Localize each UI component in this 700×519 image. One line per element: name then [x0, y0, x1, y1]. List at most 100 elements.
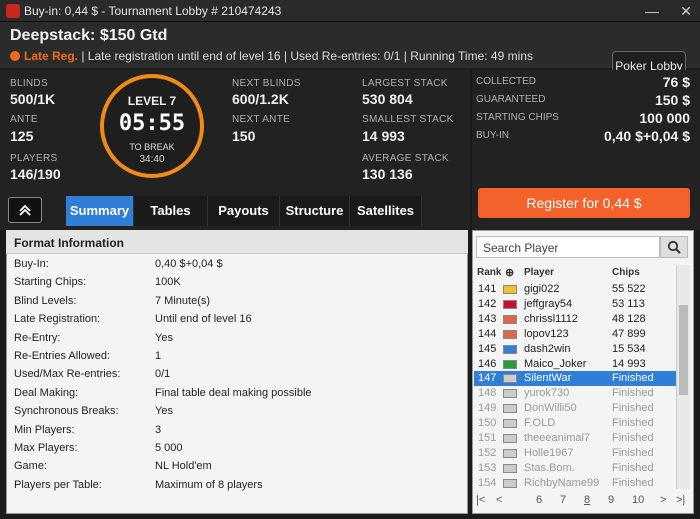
- format-value: 0/1: [155, 368, 171, 381]
- scrollbar-thumb[interactable]: [679, 305, 688, 395]
- tab-tables[interactable]: Tables: [134, 196, 208, 226]
- format-key: Used/Max Re-entries:: [14, 368, 121, 381]
- next-ante-value: 150: [232, 128, 256, 144]
- minimize-button[interactable]: —: [640, 2, 664, 20]
- register-button[interactable]: Register for 0,44 $: [478, 188, 690, 218]
- starting-chips-label: STARTING CHIPS: [476, 112, 559, 123]
- player-header[interactable]: Player: [524, 267, 554, 278]
- player-chips: Finished: [612, 476, 654, 489]
- last-page-icon[interactable]: >|: [676, 494, 685, 506]
- players-header: Rank ⊕ Player Chips: [474, 265, 674, 281]
- blinds-value: 500/1K: [10, 91, 56, 107]
- format-key: Game:: [14, 460, 48, 473]
- late-reg-label: Late Reg.: [24, 49, 79, 63]
- format-heading: Format Information: [6, 230, 468, 254]
- country-flag-icon: [503, 434, 517, 443]
- country-flag-icon: [503, 478, 517, 488]
- format-key: Late Registration:: [14, 313, 101, 326]
- player-row[interactable]: 150 F.OLD Finished: [474, 416, 676, 431]
- format-key: Starting Chips:: [14, 276, 87, 289]
- format-key: Re-Entries Allowed:: [14, 350, 110, 362]
- next-page-icon[interactable]: >: [660, 494, 666, 506]
- tab-satellites[interactable]: Satellites: [350, 196, 422, 226]
- player-row[interactable]: 146 Maico_Joker 14 993: [474, 357, 676, 372]
- page-8[interactable]: 8: [584, 494, 590, 506]
- tournament-title: Deepstack: $150 Gtd: [10, 27, 168, 44]
- next-ante-label: NEXT ANTE: [232, 114, 291, 125]
- close-button[interactable]: ✕: [674, 2, 698, 20]
- page-9[interactable]: 9: [608, 494, 614, 506]
- format-value: Maximum of 8 players: [155, 478, 263, 491]
- player-row[interactable]: 147 SilentWar Finished: [474, 371, 676, 387]
- country-flag-icon: [503, 374, 517, 384]
- player-row[interactable]: 153 Stas.Bom. Finished: [474, 461, 676, 476]
- player-row[interactable]: 143 chrissl1112 48 128: [474, 312, 676, 327]
- page-6[interactable]: 6: [536, 494, 542, 506]
- player-rank: 145: [478, 342, 497, 355]
- player-chips: Finished: [612, 417, 654, 430]
- collected-row: COLLECTED 76 $: [476, 73, 690, 91]
- page-7[interactable]: 7: [560, 494, 566, 506]
- player-chips: Finished: [612, 432, 654, 444]
- country-flag-icon: [503, 344, 517, 354]
- format-value: Final table deal making possible: [155, 386, 312, 399]
- page-10[interactable]: 10: [632, 494, 644, 506]
- player-row[interactable]: 145 dash2win 15 534: [474, 342, 676, 357]
- rank-header[interactable]: Rank: [477, 267, 501, 278]
- tab-payouts[interactable]: Payouts: [208, 196, 280, 226]
- next-blinds-value: 600/1.2K: [232, 91, 289, 107]
- smallest-stack-value: 14 993: [362, 128, 405, 144]
- tab-summary[interactable]: Summary: [66, 196, 134, 226]
- search-icon: [667, 240, 681, 254]
- player-name: RichbyName99: [524, 476, 600, 489]
- format-value: Yes: [155, 331, 173, 344]
- player-row[interactable]: 152 Holle1967 Finished: [474, 446, 676, 461]
- player-chips: Finished: [612, 372, 654, 385]
- globe-icon: ⊕: [505, 267, 515, 279]
- average-stack-value: 130 136: [362, 166, 413, 182]
- guaranteed-label: GUARANTEED: [476, 94, 546, 105]
- format-key: Buy-In:: [14, 258, 49, 270]
- player-rank: 151: [478, 432, 497, 444]
- player-rank: 152: [478, 446, 497, 459]
- player-name: Maico_Joker: [524, 357, 587, 370]
- country-flag-icon: [503, 463, 517, 473]
- buyin-value: 0,40 $+0,04 $: [603, 128, 690, 144]
- chips-header[interactable]: Chips: [612, 267, 640, 278]
- player-name: theeeanimal7: [524, 432, 591, 444]
- buyin-row: BUY-IN 0,40 $+0,04 $: [476, 127, 690, 145]
- first-page-icon[interactable]: |<: [476, 494, 485, 506]
- search-button[interactable]: [660, 236, 688, 258]
- collapse-button[interactable]: [8, 197, 42, 223]
- player-name: Holle1967: [524, 446, 574, 459]
- players-scrollbar[interactable]: [676, 265, 690, 489]
- player-name: yurok730: [524, 387, 570, 400]
- tournament-header: Deepstack: $150 Gtd Late Reg. | Late reg…: [0, 22, 700, 81]
- smallest-stack-label: SMALLEST STACK: [362, 114, 454, 125]
- country-flag-icon: [503, 419, 517, 429]
- player-row[interactable]: 142 jeffgray54 53 113: [474, 297, 676, 312]
- player-rank: 150: [478, 417, 497, 430]
- player-row[interactable]: 148 yurok730 Finished: [474, 386, 676, 401]
- search-input[interactable]: Search Player: [476, 236, 660, 258]
- format-value: Yes: [155, 405, 173, 418]
- player-chips: 14 993: [612, 357, 646, 370]
- collected-value: 76 $: [662, 74, 690, 90]
- country-flag-icon: [503, 285, 517, 294]
- player-row[interactable]: 144 lopov123 47 899: [474, 327, 676, 342]
- next-blinds-label: NEXT BLINDS: [232, 78, 301, 89]
- players-label: PLAYERS: [10, 153, 58, 164]
- player-row[interactable]: 141 gigi022 55 522: [474, 282, 676, 297]
- player-rank: 148: [478, 387, 497, 400]
- player-rank: 146: [478, 357, 497, 370]
- double-chevron-up-icon: [19, 204, 31, 216]
- player-row[interactable]: 149 DonWilli50 Finished: [474, 401, 676, 416]
- player-row[interactable]: 154 RichbyName99 Finished: [474, 476, 676, 491]
- level-label: LEVEL 7: [127, 94, 177, 108]
- prev-page-icon[interactable]: <: [496, 494, 502, 506]
- tab-structure[interactable]: Structure: [280, 196, 350, 226]
- guaranteed-value: 150 $: [654, 92, 690, 108]
- format-key: Players per Table:: [14, 478, 102, 491]
- player-chips: Finished: [612, 461, 654, 474]
- player-row[interactable]: 151 theeeanimal7 Finished: [474, 431, 676, 446]
